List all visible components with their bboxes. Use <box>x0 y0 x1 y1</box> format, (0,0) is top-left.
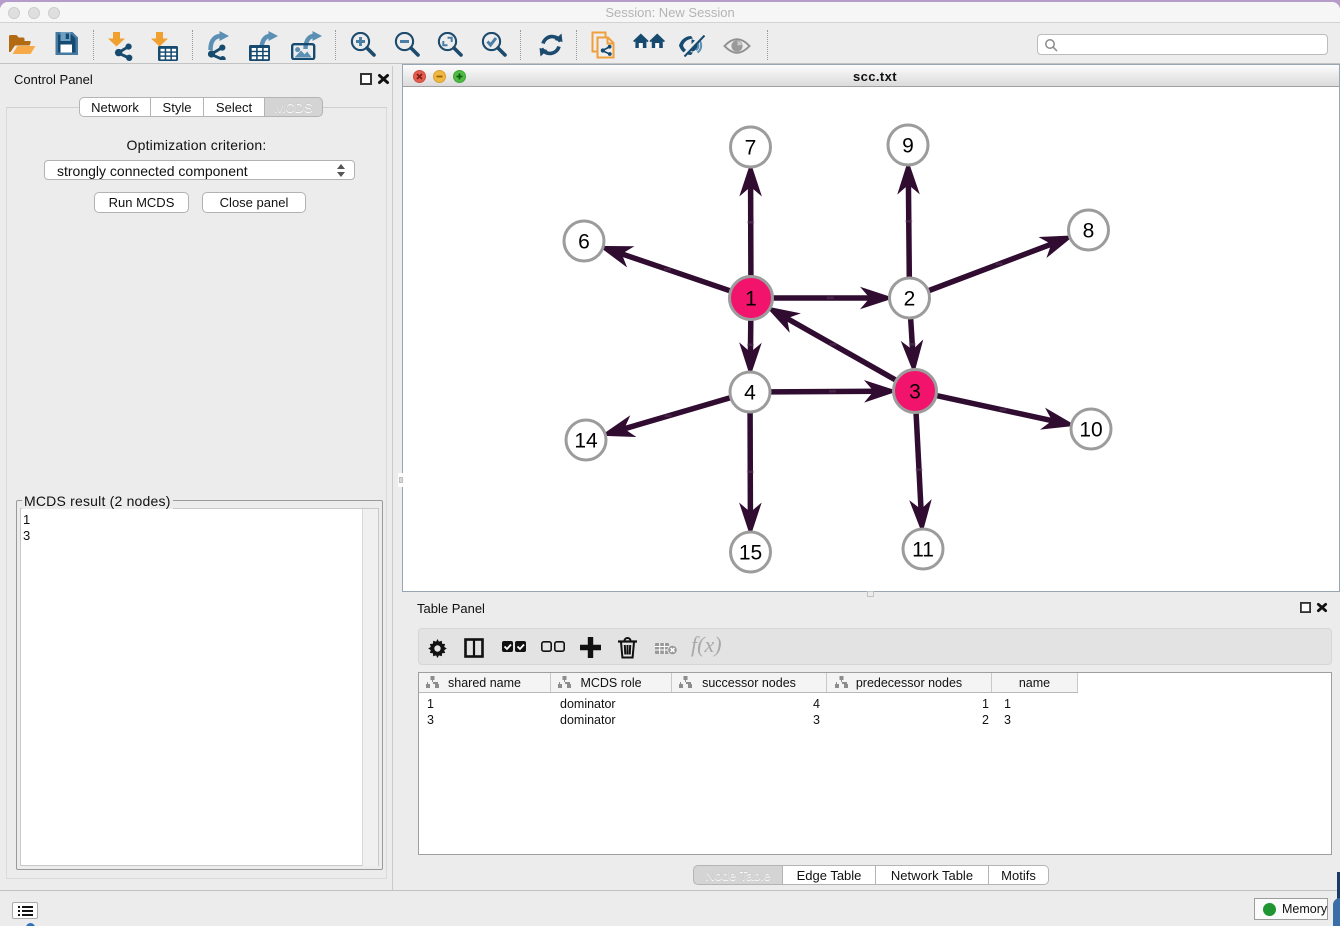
svg-text:4: 4 <box>744 382 756 405</box>
svg-text:9: 9 <box>902 135 914 158</box>
svg-text:10: 10 <box>1079 419 1102 442</box>
svg-text:7: 7 <box>745 137 757 160</box>
svg-text:2: 2 <box>904 288 916 311</box>
svg-text:11: 11 <box>912 539 934 562</box>
svg-text:15: 15 <box>739 542 762 565</box>
svg-text:3: 3 <box>909 381 921 404</box>
svg-text:1: 1 <box>745 288 757 311</box>
svg-text:6: 6 <box>578 231 590 254</box>
svg-text:8: 8 <box>1083 220 1095 243</box>
svg-text:14: 14 <box>574 430 598 453</box>
